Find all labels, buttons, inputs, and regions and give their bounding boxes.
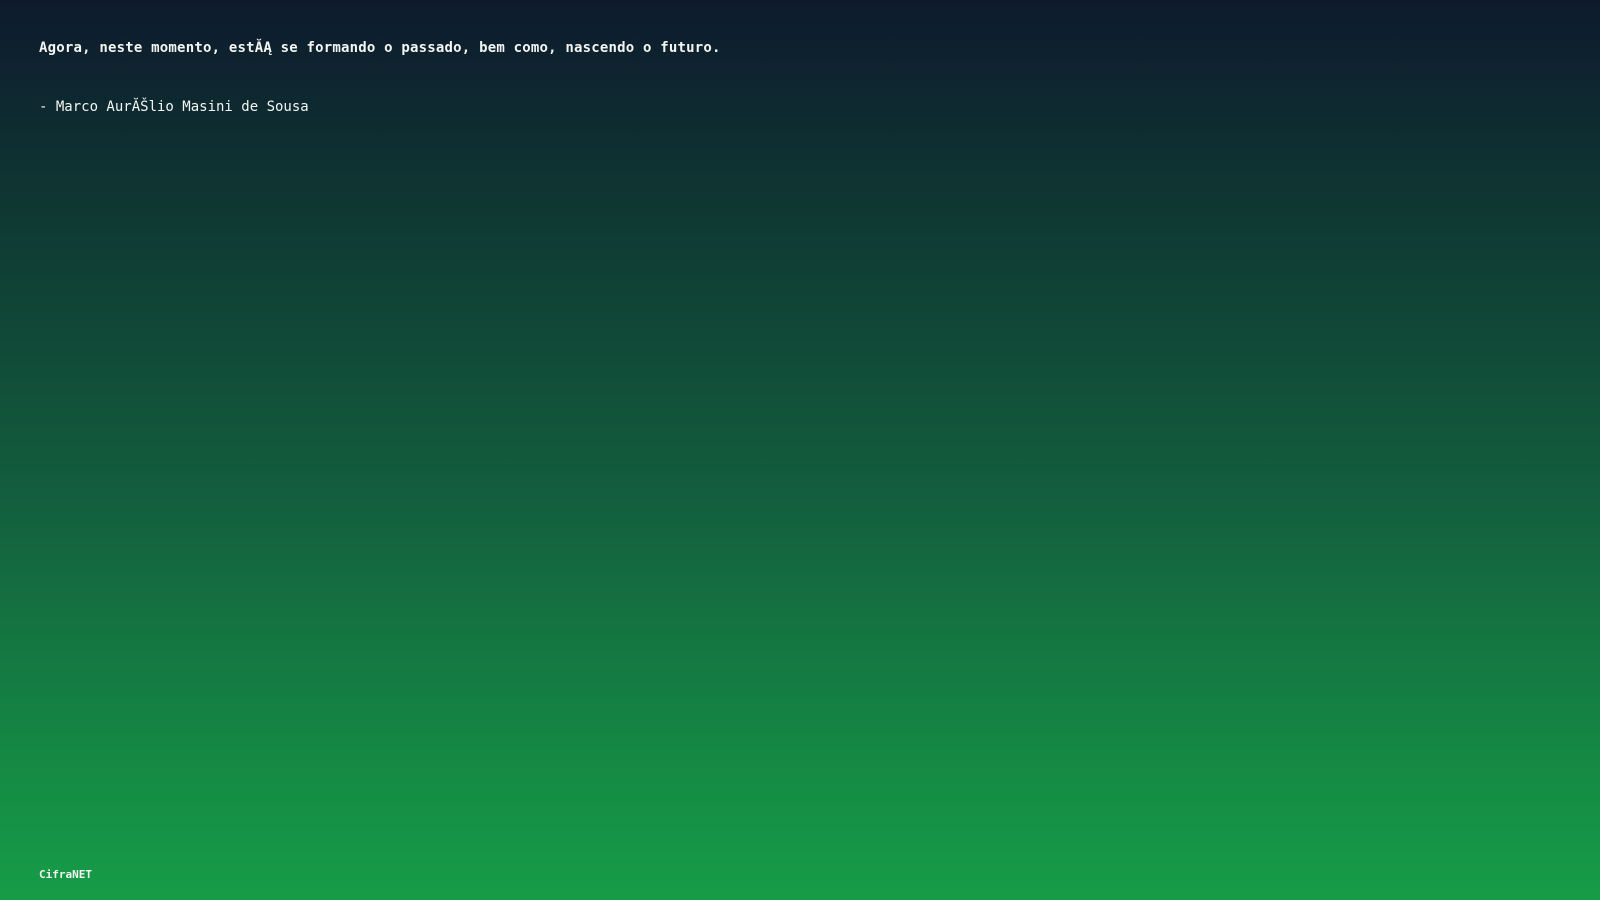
quote-block: Agora, neste momento, estĂĄ se formando … xyxy=(39,38,1539,117)
quote-text: Agora, neste momento, estĂĄ se formando … xyxy=(39,40,721,56)
quote-author: - Marco AurĂŠlio Masini de Sousa xyxy=(39,99,309,115)
brand-label: CifraNET xyxy=(39,868,92,881)
